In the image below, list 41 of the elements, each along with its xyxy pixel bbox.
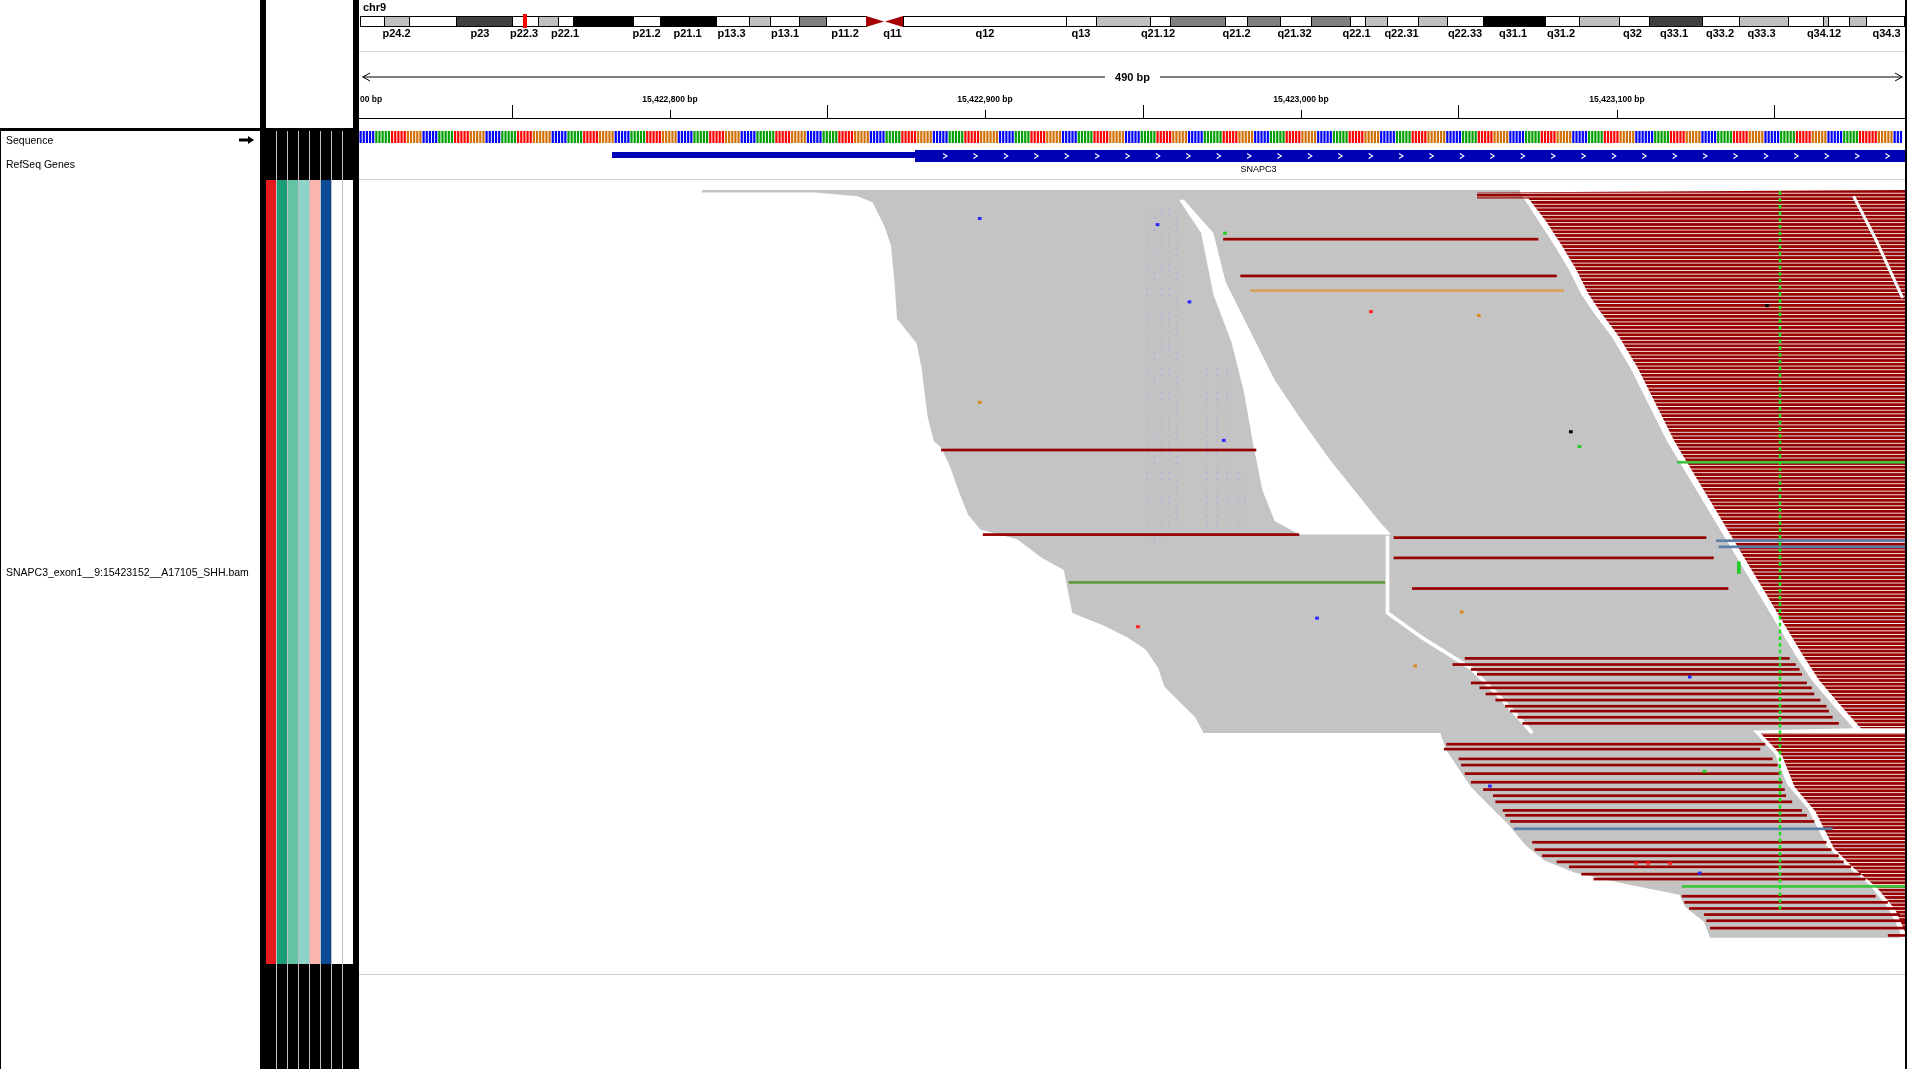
- band-label: q21.12: [1140, 28, 1176, 39]
- band-label: p22.3: [509, 28, 539, 39]
- band-label: p11.2: [831, 28, 859, 39]
- strand-arrow-icon[interactable]: [239, 135, 254, 144]
- chromosome-ideogram[interactable]: [359, 14, 1905, 28]
- band-label: q33.3: [1747, 28, 1776, 39]
- band-label: p23: [470, 28, 490, 39]
- band-label: q11: [883, 28, 902, 39]
- band-label: p21.2: [632, 28, 661, 39]
- band-label: q12: [975, 28, 995, 39]
- tick-label: 15,423,000 bp: [1273, 94, 1329, 104]
- read-alignments[interactable]: [702, 190, 1905, 939]
- tick-label: 15,422,800 bp: [642, 94, 698, 104]
- band-label: q33.1: [1659, 28, 1689, 39]
- tick-label: 15,422,900 bp: [957, 94, 1013, 104]
- band-label: q21.32: [1277, 28, 1312, 39]
- band-label: q22.1: [1342, 28, 1371, 39]
- band-label: q31.2: [1546, 28, 1576, 39]
- band-label: p13.3: [717, 28, 746, 39]
- gene-label: SNAPC3: [1240, 164, 1277, 174]
- band-label: q21.2: [1222, 28, 1251, 39]
- track-name[interactable]: SNAPC3_exon1__9:15423152__A17105_SHH.bam: [6, 566, 249, 578]
- band-label: q34.12: [1806, 28, 1842, 39]
- band-label: q33.2: [1705, 28, 1735, 39]
- band-label: p22.1: [550, 28, 580, 39]
- span-label: 490 bp: [1115, 70, 1150, 84]
- track-name[interactable]: Sequence: [6, 133, 54, 146]
- gene-feature[interactable]: [612, 148, 1905, 164]
- band-label: q22.31: [1384, 28, 1419, 39]
- track-name[interactable]: RefSeq Genes: [6, 158, 75, 170]
- chromosome-label: chr9: [363, 1, 387, 13]
- band-label: q22.33: [1447, 28, 1483, 39]
- band-label: p21.1: [673, 28, 702, 39]
- tick-label: 15,423,100 bp: [1589, 94, 1645, 104]
- band-label: p13.1: [770, 28, 800, 39]
- band-label: q13: [1071, 28, 1091, 39]
- band-label: p24.2: [382, 28, 411, 39]
- tick-label: 00 bp: [360, 94, 383, 104]
- band-label: q31.1: [1498, 28, 1528, 39]
- band-label: q34.3: [1872, 28, 1901, 39]
- band-label: q32: [1623, 28, 1642, 39]
